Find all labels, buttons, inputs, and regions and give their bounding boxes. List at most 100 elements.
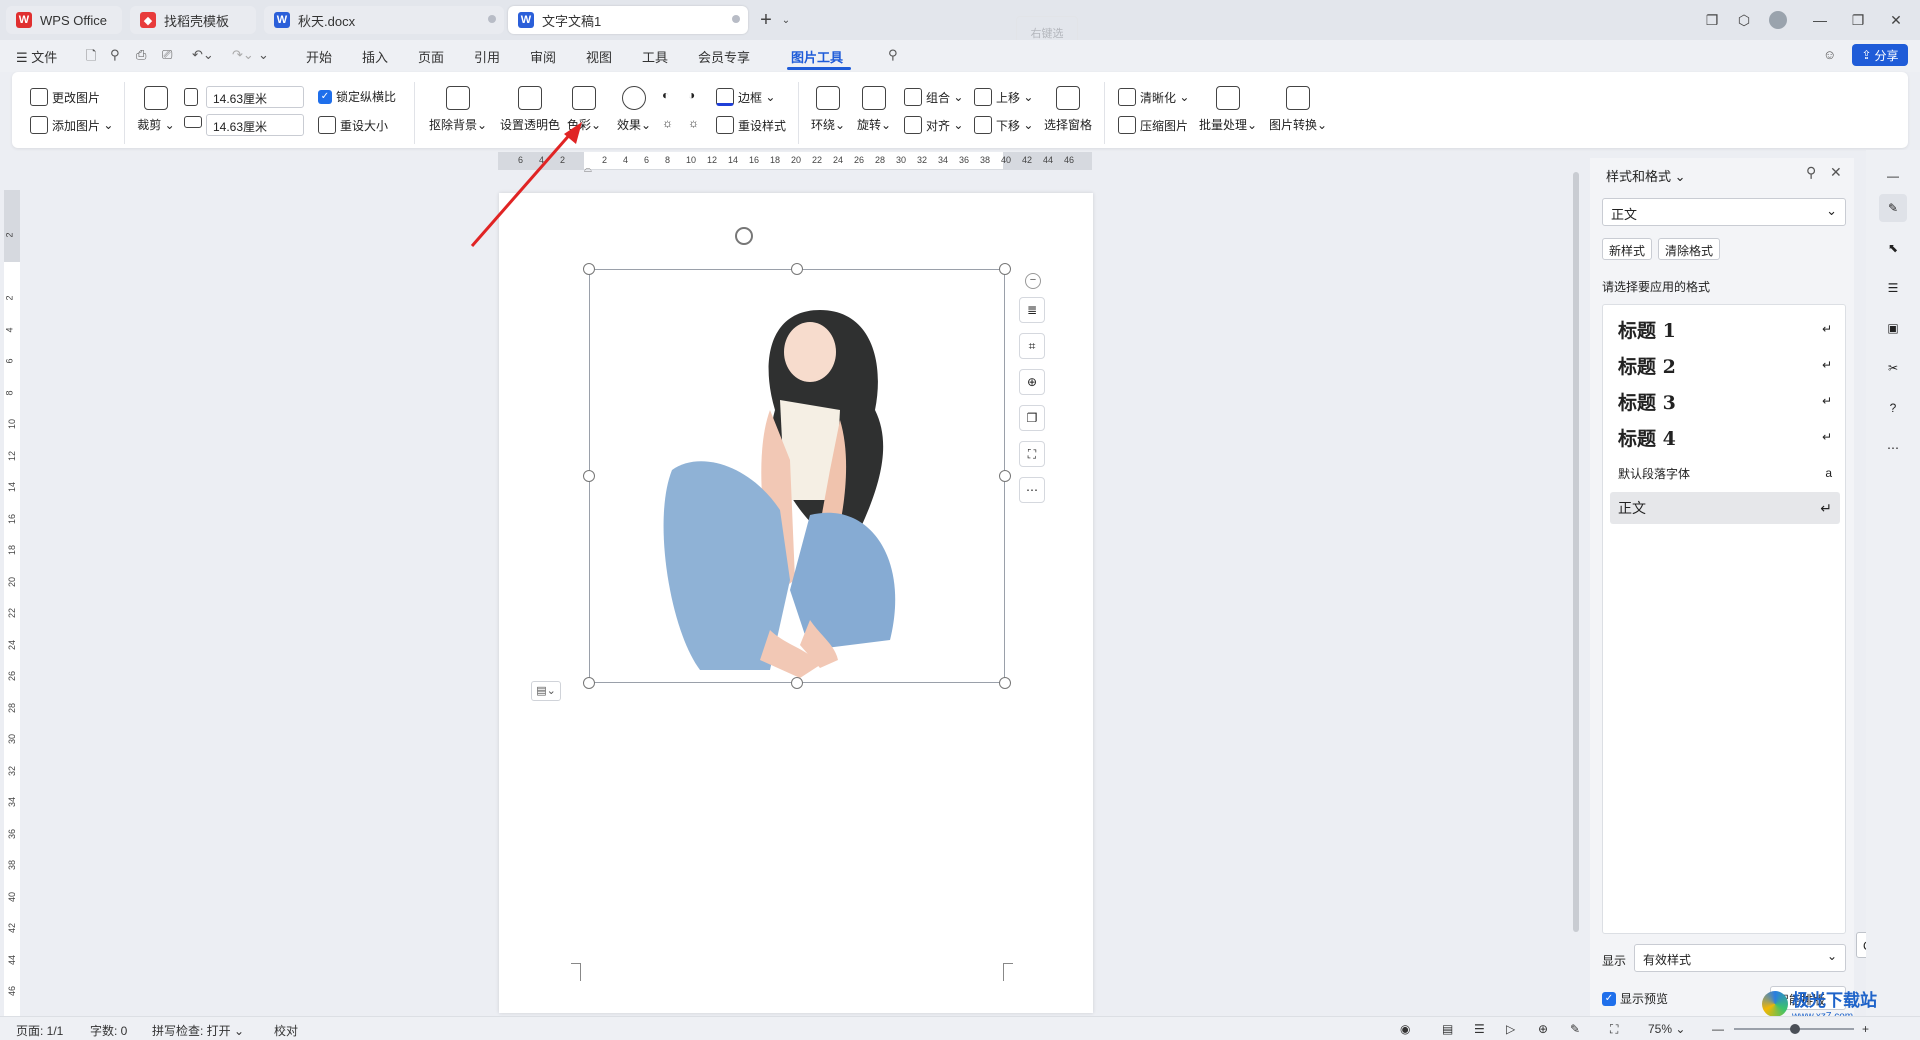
show-select[interactable]: 有效样式 ⌄ <box>1634 944 1846 972</box>
menu-page[interactable]: 页面 <box>418 47 444 66</box>
collapse-icon[interactable]: — <box>1879 162 1907 190</box>
new-tab-plus-icon[interactable]: + <box>756 9 776 31</box>
paste-options-icon[interactable]: ▤⌄ <box>531 681 561 701</box>
reset-size-button[interactable]: 重设大小 <box>318 116 388 134</box>
menu-picture-tools[interactable]: 图片工具 <box>791 47 843 66</box>
effects-button[interactable]: 效果⌄ <box>612 86 656 133</box>
tab-close-dot-icon[interactable] <box>732 15 740 23</box>
pin-icon[interactable]: ⚲ <box>1806 164 1816 181</box>
rotate-handle-icon[interactable] <box>735 227 753 245</box>
zoom-out-icon[interactable]: — <box>1712 1022 1724 1036</box>
resize-handle-se[interactable] <box>999 677 1011 689</box>
resize-handle-e[interactable] <box>999 470 1011 482</box>
resize-handle-sw[interactable] <box>583 677 595 689</box>
contrast-down-icon[interactable]: ☼ <box>688 116 699 130</box>
compress-picture-button[interactable]: 压缩图片 <box>1118 116 1188 134</box>
scrollbar-thumb[interactable] <box>1573 172 1579 932</box>
tools-icon[interactable]: ✂ <box>1879 354 1907 382</box>
zoom-level[interactable]: 75% ⌄ <box>1648 1022 1685 1036</box>
page-view-icon[interactable]: ▤ <box>1442 1022 1453 1036</box>
style-heading-1[interactable]: 标题 1 ↵ <box>1610 314 1840 344</box>
tab-list-chevron-icon[interactable]: ⌄ <box>776 10 796 30</box>
outline-view-icon[interactable]: ☰ <box>1474 1022 1485 1036</box>
search-icon[interactable]: ⚲ <box>888 47 898 63</box>
edit-pen-icon[interactable]: ✎ <box>1879 194 1907 222</box>
tab-document1[interactable]: W 文字文稿1 <box>508 6 748 34</box>
more-icon[interactable]: ⋯ <box>1019 477 1045 503</box>
share-button[interactable]: ⇪ 分享 <box>1852 44 1908 66</box>
scan-icon[interactable]: ⛶ <box>1019 441 1045 467</box>
close-window-icon[interactable]: ✕ <box>1886 10 1906 30</box>
help-icon[interactable]: ? <box>1879 394 1907 422</box>
border-button[interactable]: 边框 ⌄ <box>716 88 775 106</box>
spell-check[interactable]: 拼写检查: 打开 ⌄ <box>152 1022 244 1039</box>
sharpen-button[interactable]: 清晰化 ⌄ <box>1118 88 1189 106</box>
align-button[interactable]: 对齐 ⌄ <box>904 116 963 134</box>
group-button[interactable]: 组合 ⌄ <box>904 88 963 106</box>
menu-tools[interactable]: 工具 <box>642 47 668 66</box>
style-default-font[interactable]: 默认段落字体 a <box>1610 458 1840 488</box>
brightness-down-icon[interactable]: ☼ <box>662 116 673 130</box>
resize-handle-n[interactable] <box>791 263 803 275</box>
zoom-in-icon[interactable]: ⊕ <box>1019 369 1045 395</box>
word-count[interactable]: 字数: 0 <box>90 1022 127 1039</box>
rotate-button[interactable]: 旋转⌄ <box>852 86 896 133</box>
picture-edit-icon[interactable]: ▣ <box>1879 314 1907 342</box>
pen-icon[interactable]: ✎ <box>1570 1022 1580 1036</box>
play-icon[interactable]: ▷ <box>1506 1022 1515 1036</box>
save-icon[interactable]: 🗋 <box>86 47 96 69</box>
sliders-icon[interactable]: ☰ <box>1879 274 1907 302</box>
crop-button[interactable]: 裁剪 ⌄ <box>128 86 184 133</box>
pane-title[interactable]: 样式和格式 ⌄ <box>1606 166 1686 185</box>
show-preview-checkbox[interactable]: ✓ 显示预览 <box>1602 990 1668 1007</box>
web-view-icon[interactable]: ⊕ <box>1538 1022 1548 1036</box>
add-picture-button[interactable]: 添加图片 ⌄ <box>30 116 113 134</box>
resize-handle-w[interactable] <box>583 470 595 482</box>
collapse-minus-icon[interactable]: − <box>1025 273 1041 289</box>
lock-ratio-checkbox[interactable]: ✓ 锁定纵横比 <box>318 88 396 105</box>
send-backward-button[interactable]: 下移 ⌄ <box>974 116 1033 134</box>
undo-icon[interactable]: ↶⌄ <box>192 47 214 63</box>
menu-home[interactable]: 开始 <box>306 47 332 66</box>
style-heading-4[interactable]: 标题 4 ↵ <box>1610 422 1840 452</box>
batch-process-button[interactable]: 批量处理⌄ <box>1199 86 1257 133</box>
copy-icon[interactable]: ❐ <box>1019 405 1045 431</box>
tab-close-dot-icon[interactable] <box>488 15 496 23</box>
more-chevron-icon[interactable]: ⌄ <box>258 47 269 63</box>
vertical-ruler[interactable]: 2 2 4 6 8 10 12 14 16 18 20 22 24 26 28 30 32 34 36 38 40 42 4… <box>4 190 20 1020</box>
zoom-in-icon[interactable]: + <box>1862 1022 1869 1036</box>
cube-icon[interactable]: ⬡ <box>1734 10 1754 30</box>
vertical-scrollbar[interactable] <box>1572 156 1582 1016</box>
height-input[interactable]: 14.63厘米 <box>206 114 304 136</box>
width-input[interactable]: 14.63厘米 <box>206 86 304 108</box>
contrast-up-icon[interactable]: ◑ <box>688 88 695 102</box>
resize-handle-ne[interactable] <box>999 263 1011 275</box>
document-page[interactable]: − ≣ ⌗ ⊕ ❐ ⛶ ⋯ ▤⌄ <box>499 193 1093 1013</box>
selection-pane-button[interactable]: 选择窗格 <box>1040 86 1096 133</box>
picture-convert-button[interactable]: 图片转换⌄ <box>1269 86 1327 133</box>
proofread[interactable]: 校对 <box>274 1022 298 1039</box>
change-picture-button[interactable]: 更改图片 <box>30 88 100 106</box>
tab-wps-office[interactable]: W WPS Office <box>6 6 122 34</box>
brightness-up-icon[interactable]: ◐ <box>662 88 669 102</box>
current-style-select[interactable]: 正文 ⌄ <box>1602 198 1846 226</box>
style-body-text[interactable]: 正文 ↵ <box>1610 492 1840 524</box>
picture-selection-frame[interactable] <box>589 269 1005 683</box>
page-count[interactable]: 页面: 1/1 <box>16 1022 63 1039</box>
tab-docer[interactable]: ◆ 找稻壳模板 <box>130 6 256 34</box>
file-menu[interactable]: ☰ 文件 <box>16 47 57 66</box>
menu-references[interactable]: 引用 <box>474 47 500 66</box>
menu-membership[interactable]: 会员专享 <box>698 47 750 66</box>
bring-forward-button[interactable]: 上移 ⌄ <box>974 88 1033 106</box>
select-cursor-icon[interactable]: ⬉ <box>1879 234 1907 262</box>
clear-format-button[interactable]: 清除格式 <box>1658 238 1721 260</box>
menu-insert[interactable]: 插入 <box>362 47 388 66</box>
reset-style-button[interactable]: 重设样式 <box>716 116 786 134</box>
chat-icon[interactable]: ☺ <box>1823 47 1836 62</box>
layout-options-icon[interactable]: ≣ <box>1019 297 1045 323</box>
redo-icon[interactable]: ↷⌄ <box>232 47 254 63</box>
new-style-button[interactable]: 新样式 <box>1602 238 1653 260</box>
wrap-button[interactable]: 环绕⌄ <box>806 86 850 133</box>
style-heading-2[interactable]: 标题 2 ↵ <box>1610 350 1840 380</box>
tab-autumn-doc[interactable]: W 秋天.docx <box>264 6 504 34</box>
